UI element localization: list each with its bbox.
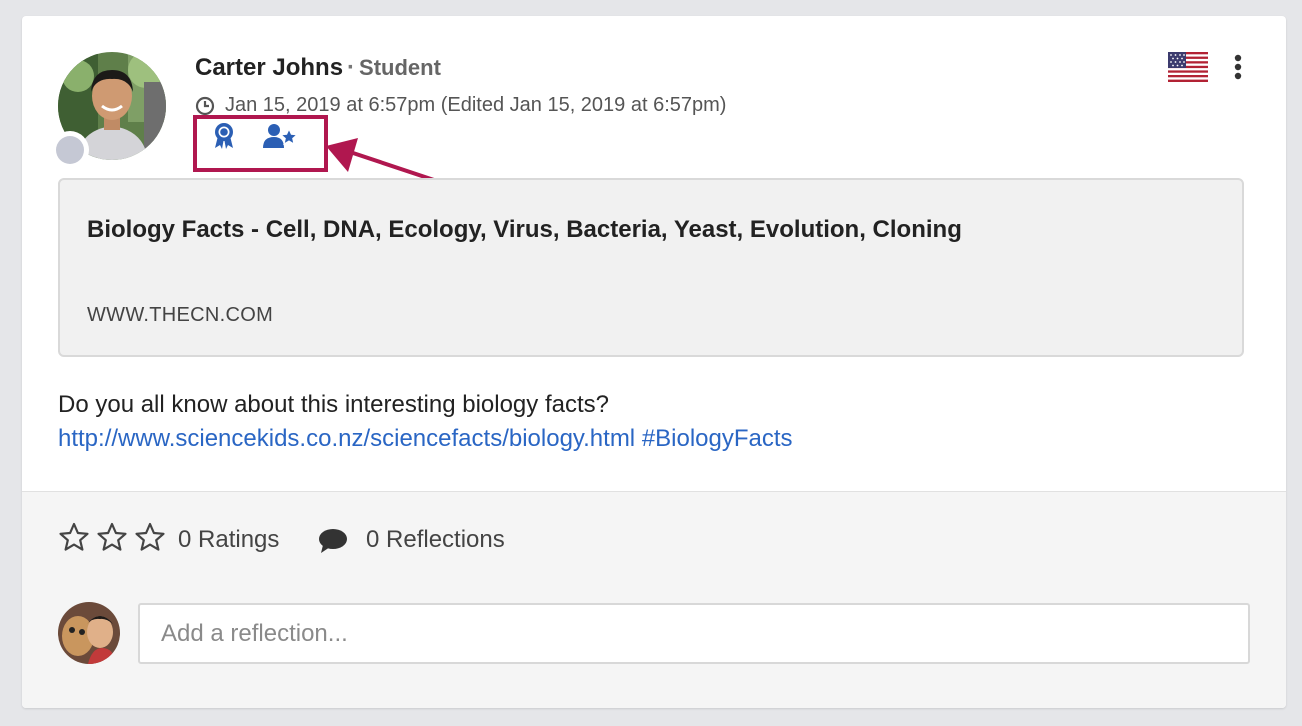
post-links: http://www.sciencekids.co.nz/sciencefact… bbox=[58, 422, 793, 456]
star-icon[interactable] bbox=[134, 522, 166, 552]
clock-icon bbox=[195, 96, 215, 116]
rating-stars bbox=[58, 522, 166, 552]
post-body: Do you all know about this interesting b… bbox=[58, 388, 793, 456]
comment-icon[interactable] bbox=[318, 528, 348, 559]
author-role: Student bbox=[359, 55, 441, 80]
star-icon[interactable] bbox=[58, 522, 90, 552]
timestamp-line: Jan 15, 2019 at 6:57pm (Edited Jan 15, 2… bbox=[195, 94, 726, 117]
presence-dot bbox=[56, 136, 84, 164]
separator: · bbox=[347, 54, 356, 81]
current-user-avatar bbox=[58, 602, 120, 664]
edited-timestamp: (Edited Jan 15, 2019 at 6:57pm) bbox=[440, 94, 727, 116]
post-footer: 0 Ratings 0 Reflections bbox=[22, 491, 1286, 708]
more-options-icon[interactable] bbox=[1228, 54, 1248, 80]
star-icon[interactable] bbox=[96, 522, 128, 552]
post-url-link[interactable]: http://www.sciencekids.co.nz/sciencefact… bbox=[58, 425, 635, 452]
ratings-count[interactable]: 0 Ratings bbox=[178, 526, 279, 554]
reflections-count[interactable]: 0 Reflections bbox=[366, 526, 505, 554]
link-preview-domain: WWW.THECN.COM bbox=[87, 304, 274, 326]
post-text: Do you all know about this interesting b… bbox=[58, 391, 609, 418]
link-preview-card[interactable]: Biology Facts - Cell, DNA, Ecology, Viru… bbox=[58, 178, 1244, 357]
us-flag-icon bbox=[1168, 52, 1208, 82]
award-ribbon-icon[interactable] bbox=[213, 122, 235, 155]
reflection-input[interactable] bbox=[138, 603, 1250, 664]
link-preview-title: Biology Facts - Cell, DNA, Ecology, Viru… bbox=[87, 216, 962, 243]
hashtag-link[interactable]: #BiologyFacts bbox=[642, 425, 793, 452]
presence-indicator bbox=[51, 131, 89, 169]
author-name[interactable]: Carter Johns bbox=[195, 54, 343, 81]
post-timestamp: Jan 15, 2019 at 6:57pm bbox=[225, 94, 436, 116]
user-star-icon[interactable] bbox=[262, 123, 299, 154]
post-card: Carter Johns · Student Jan 15, 2019 at 6:5… bbox=[22, 16, 1286, 708]
author-line: Carter Johns · Student bbox=[195, 54, 441, 82]
